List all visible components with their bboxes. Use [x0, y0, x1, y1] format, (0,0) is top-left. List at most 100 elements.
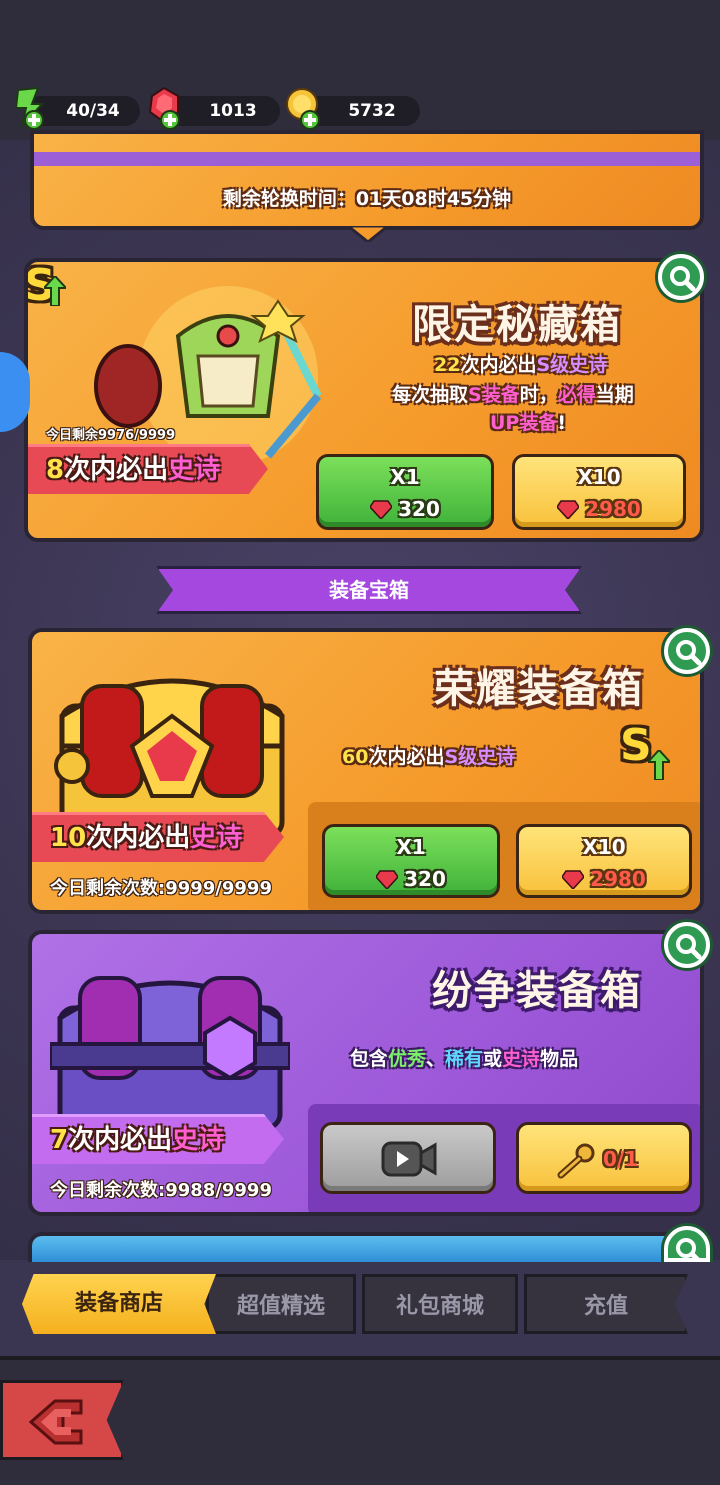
magnifier-icon	[676, 934, 702, 960]
dispute-ribbon-num: 7	[50, 1125, 69, 1155]
tab-equipment-shop[interactable]: 装备商店	[22, 1274, 216, 1334]
rotation-pointer-icon	[348, 226, 388, 242]
glory-x10-label: X10	[582, 835, 626, 859]
glory-daily-remaining: 今日剩余次数:9999/9999	[50, 878, 272, 899]
upgrade-arrow-icon	[648, 750, 670, 780]
dispute-key-count: 0/1	[603, 1147, 639, 1171]
magnifier-icon	[670, 266, 696, 292]
limited-line3-hl: UP装备	[490, 412, 558, 434]
dispute-line-sep: 、	[426, 1048, 446, 1070]
limited-box-card[interactable]: S 限定秘藏箱 22次内必出S级史诗 每次抽取S装备时，必得当期 UP装备! 今…	[24, 258, 704, 542]
limited-box-line3: UP装备!	[490, 408, 566, 435]
dispute-watch-ad-button[interactable]	[320, 1122, 496, 1194]
limited-ribbon-hl: 史诗	[168, 455, 221, 485]
limited-line2-hl: 必得	[557, 384, 596, 406]
dispute-chest-art	[50, 976, 290, 1131]
limited-x1-price-row: 320	[319, 497, 491, 521]
glory-line-grade: S级史诗	[444, 746, 516, 768]
gem-icon	[562, 870, 585, 889]
glory-x10-button[interactable]: X10 2980	[516, 824, 692, 898]
limited-box-line1: 22次内必出S级史诗	[434, 350, 607, 377]
gem-plus-icon[interactable]	[144, 86, 184, 132]
limited-x1-price: 320	[398, 497, 440, 521]
upgrade-arrow-icon	[44, 276, 66, 306]
dispute-line-a: 优秀	[388, 1048, 427, 1070]
glory-line-mid: 次内必出	[368, 746, 445, 768]
limited-preview-button[interactable]	[658, 254, 704, 300]
dispute-pity-ribbon: 7次内必出史诗	[32, 1114, 284, 1164]
dispute-ribbon-hl: 史诗	[172, 1125, 225, 1155]
glory-line-count: 60	[342, 746, 369, 768]
tab-value-picks[interactable]: 超值精选	[206, 1274, 356, 1334]
limited-line1-grade: S级史诗	[536, 354, 608, 376]
limited-x1-button[interactable]: X1 320	[316, 454, 494, 530]
glory-ribbon-text: 次内必出	[86, 823, 191, 853]
gem-icon	[376, 870, 399, 889]
glory-preview-button[interactable]	[664, 628, 710, 674]
rotation-panel: 剩余轮换时间：01天08时45分钟	[30, 130, 704, 230]
energy-plus-icon[interactable]	[8, 86, 48, 132]
back-arrow-icon	[28, 1399, 83, 1445]
tab-gift-shop[interactable]: 礼包商城	[362, 1274, 518, 1334]
tab-recharge[interactable]: 充值	[524, 1274, 688, 1334]
glory-x1-label: X1	[396, 835, 426, 859]
shop-tab-bar: 超值精选 礼包商城 充值 装备商店	[0, 1262, 720, 1352]
glory-box-card[interactable]: 荣耀装备箱 60次内必出S级史诗 S 10次内必出史诗 今日剩余次数:9999/…	[28, 628, 704, 914]
limited-line3-end: !	[557, 412, 567, 434]
limited-x10-label: X10	[577, 465, 621, 489]
dispute-line-end: 物品	[540, 1048, 579, 1070]
section-header-title: 装备宝箱	[329, 578, 409, 602]
dispute-preview-button[interactable]	[664, 922, 710, 968]
dispute-line-c: 史诗	[502, 1048, 541, 1070]
dispute-box-title: 纷争装备箱	[432, 968, 642, 1014]
gem-icon	[370, 500, 393, 519]
video-camera-icon	[381, 1141, 437, 1177]
limited-line2-grade: S装备	[468, 384, 520, 406]
glory-s-badge: S	[620, 720, 652, 771]
rotation-time-label: 剩余轮换时间：01天08时45分钟	[222, 188, 512, 210]
dispute-ribbon-text: 次内必出	[68, 1125, 173, 1155]
magnifier-icon	[676, 640, 702, 666]
dispute-line-b: 稀有	[445, 1048, 484, 1070]
back-button[interactable]	[0, 1380, 124, 1460]
dispute-key-open-button[interactable]: 0/1	[516, 1122, 692, 1194]
dispute-line-pre: 包含	[350, 1048, 389, 1070]
key-icon	[557, 1143, 595, 1179]
limited-line2-post: 时，	[519, 384, 558, 406]
glory-ribbon-num: 10	[50, 823, 87, 853]
glory-box-title: 荣耀装备箱	[434, 666, 644, 712]
glory-x10-price-row: 2980	[519, 867, 689, 891]
limited-pity-ribbon: 8次内必出史诗	[28, 444, 268, 494]
dispute-line-or: 或	[483, 1048, 503, 1070]
dispute-box-line: 包含优秀、稀有或史诗物品	[350, 1044, 578, 1071]
rotation-item-strip	[34, 152, 700, 166]
limited-x10-button[interactable]: X10 2980	[512, 454, 686, 530]
bottom-bar	[0, 1356, 720, 1485]
glory-pity-ribbon: 10次内必出史诗	[32, 812, 284, 862]
limited-x10-price-row: 2980	[515, 497, 683, 521]
magnifier-icon	[676, 1238, 700, 1258]
glory-x1-price-row: 320	[325, 867, 497, 891]
limited-line2-end: 当期	[595, 384, 634, 406]
dispute-daily-remaining: 今日剩余次数:9988/9999	[50, 1180, 272, 1201]
glory-x1-button[interactable]: X1 320	[322, 824, 500, 898]
gem-icon	[557, 500, 580, 519]
glory-box-line: 60次内必出S级史诗	[342, 742, 515, 769]
limited-ribbon-num: 8	[46, 455, 65, 485]
dispute-box-card[interactable]: 纷争装备箱 包含优秀、稀有或史诗物品 7次内必出史诗 今日剩余次数:9988/9…	[28, 930, 704, 1216]
limited-line1-mid: 次内必出	[460, 354, 537, 376]
top-resource-bar: 40/34 1013 5732	[0, 0, 720, 140]
glory-ribbon-hl: 史诗	[190, 823, 243, 853]
limited-daily-remaining: 今日剩余9976/9999	[46, 428, 176, 443]
glory-x1-price: 320	[404, 867, 446, 891]
limited-line1-count: 22	[434, 354, 461, 376]
next-box-card-partial[interactable]	[28, 1232, 704, 1262]
limited-line2-pre: 每次抽取	[392, 384, 469, 406]
section-header-ribbon: 装备宝箱	[156, 566, 582, 614]
limited-box-title: 限定秘藏箱	[412, 302, 622, 348]
limited-ribbon-text: 次内必出	[64, 455, 169, 485]
limited-x1-label: X1	[390, 465, 420, 489]
limited-x10-price: 2980	[585, 497, 641, 521]
coin-plus-icon[interactable]	[284, 86, 324, 132]
limited-box-line2: 每次抽取S装备时，必得当期	[392, 380, 634, 407]
